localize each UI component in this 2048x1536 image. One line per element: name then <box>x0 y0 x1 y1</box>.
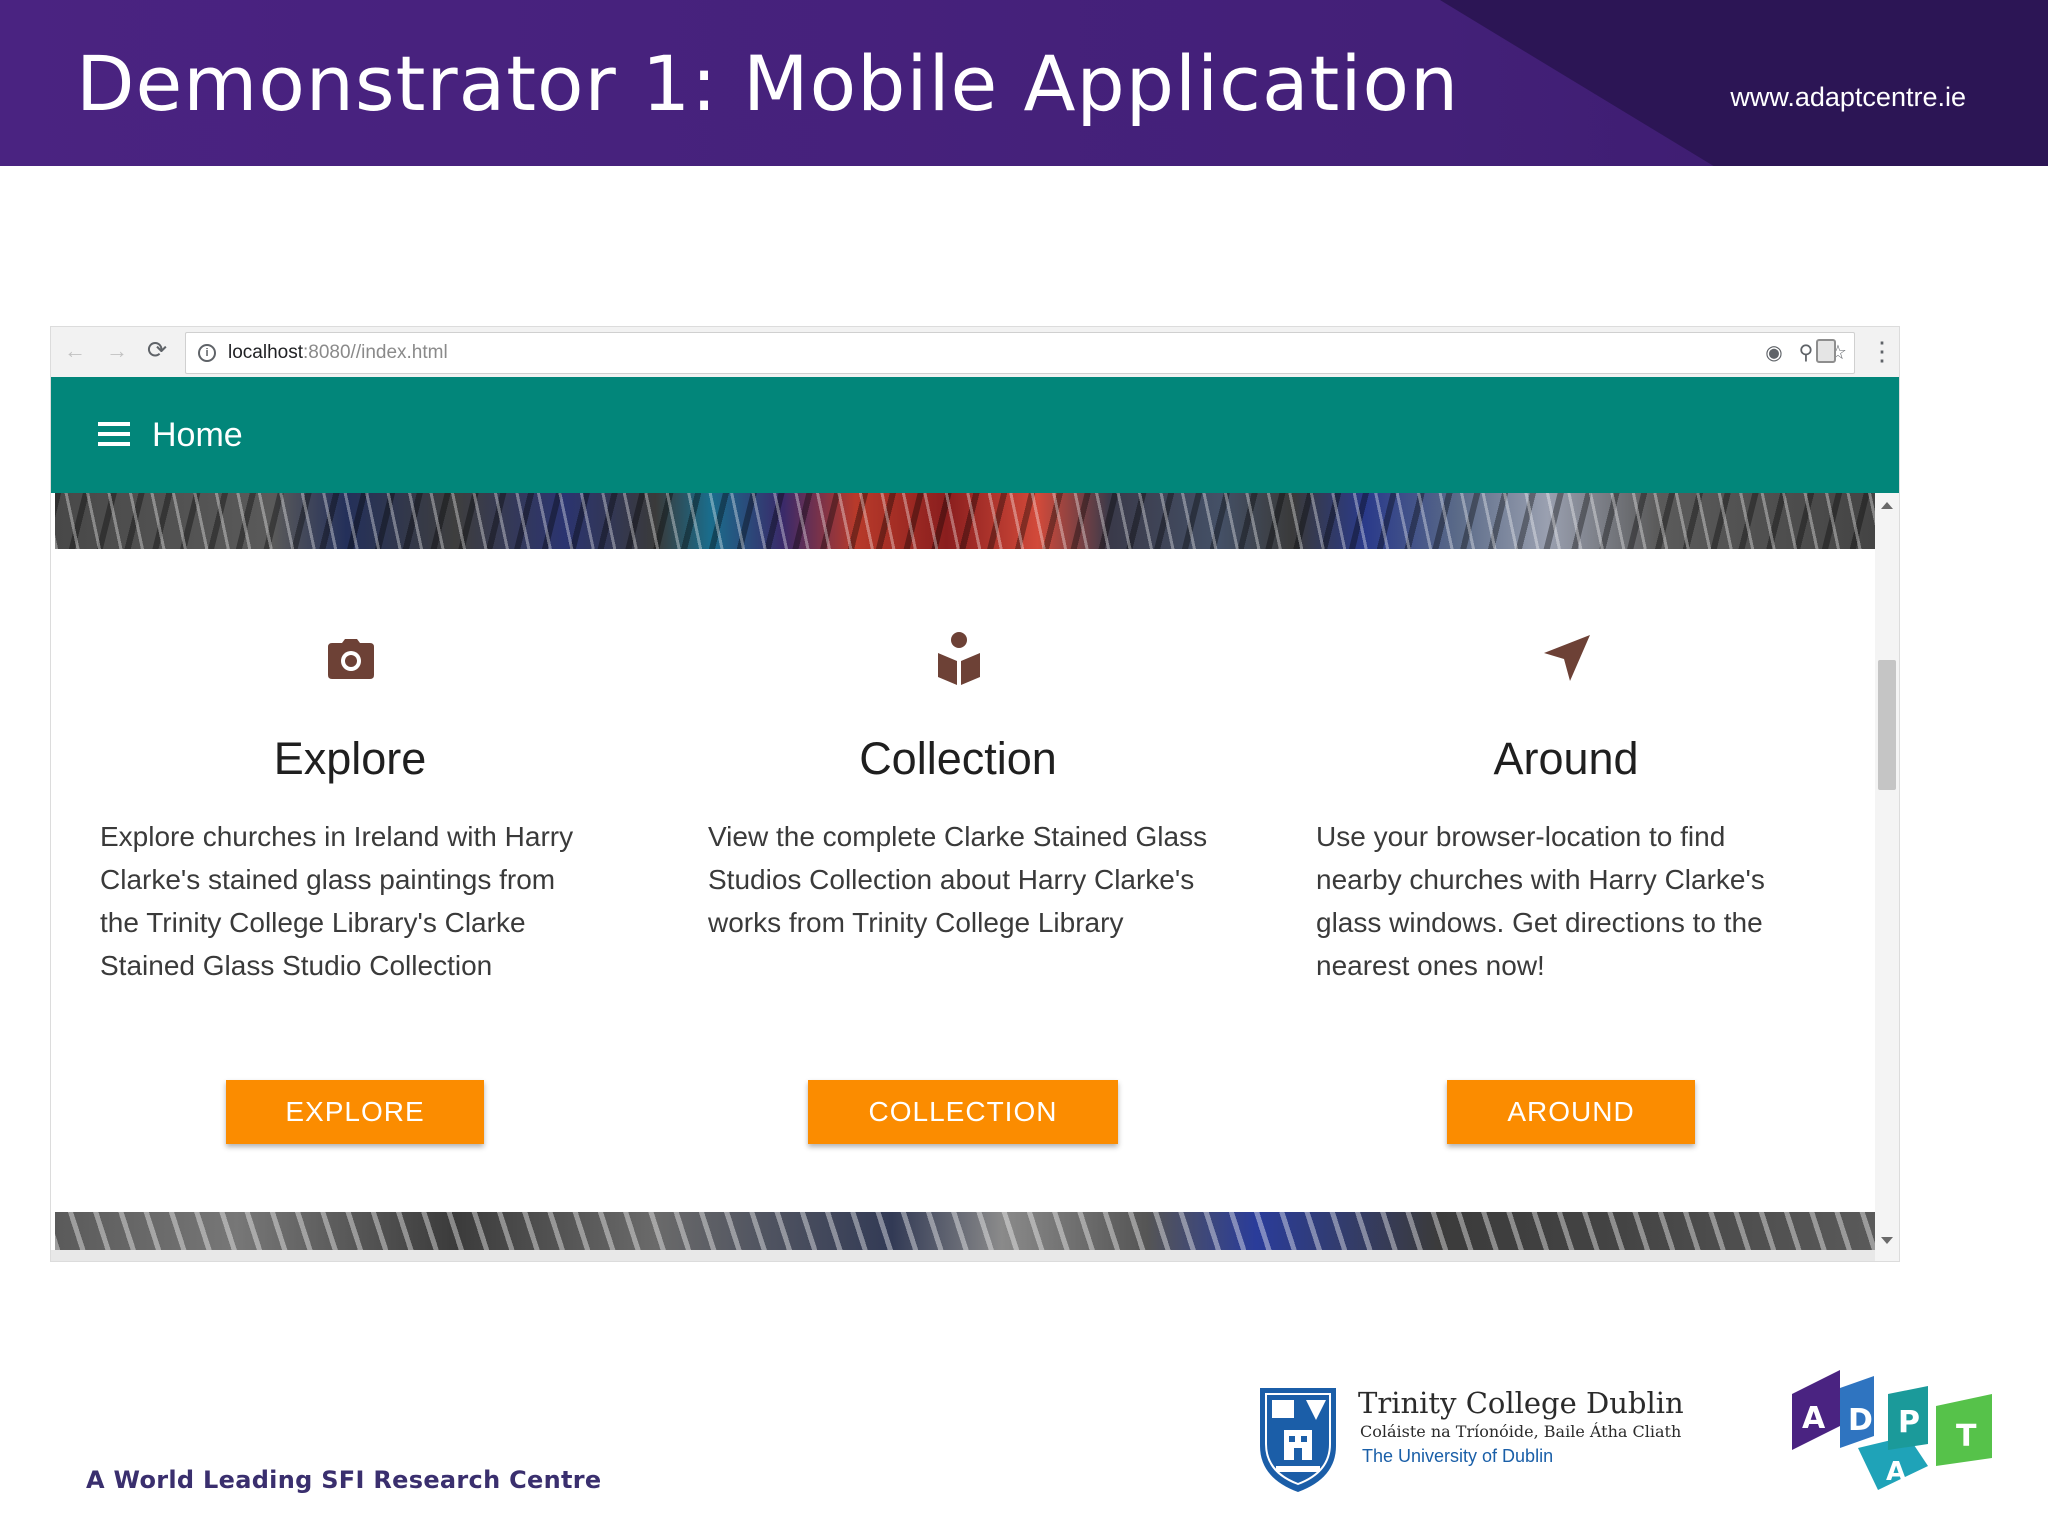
feature-around: Around Use your browser-location to find… <box>1316 627 1816 987</box>
navigation-arrow-icon <box>1536 627 1596 687</box>
tcd-name: Trinity College Dublin <box>1358 1386 1684 1420</box>
adapt-letter-a1: A <box>1802 1401 1826 1436</box>
forward-button[interactable]: → <box>103 337 131 365</box>
feature-collection: Collection View the complete Clarke Stai… <box>708 627 1208 944</box>
browser-window: ← → ⟳ i localhost:8080//index.html ◉ ⚲ ☆… <box>51 327 1899 1261</box>
vertical-scrollbar[interactable] <box>1875 493 1899 1261</box>
browser-menu-icon[interactable]: ⋮ <box>1869 337 1895 365</box>
app-bar: Home <box>51 377 1899 493</box>
scroll-down-arrow-icon[interactable] <box>1881 1237 1893 1244</box>
around-button-label: AROUND <box>1507 1096 1635 1127</box>
zoom-icon[interactable]: ⚲ <box>1796 339 1816 367</box>
browser-toolbar: ← → ⟳ i localhost:8080//index.html ◉ ⚲ ☆… <box>51 327 1899 378</box>
adapt-letter-t: T <box>1956 1419 1977 1454</box>
scroll-up-arrow-icon[interactable] <box>1881 502 1893 509</box>
stained-glass-banner-bottom <box>55 1212 1875 1250</box>
url-text[interactable]: localhost:8080//index.html <box>228 342 448 364</box>
explore-button-label: EXPLORE <box>285 1096 425 1127</box>
url-path: :8080//index.html <box>303 342 448 363</box>
slide-header: Demonstrator 1: Mobile Application www.a… <box>0 0 2048 166</box>
adapt-letter-p: P <box>1898 1405 1920 1440</box>
tcd-irish-name: Coláiste na Tríonóide, Baile Átha Cliath <box>1360 1422 1682 1441</box>
url-host: localhost <box>228 342 303 363</box>
reload-button[interactable]: ⟳ <box>143 337 171 365</box>
feature-heading: Explore <box>273 733 427 784</box>
page-bottom-edge <box>51 1250 1875 1261</box>
collection-button[interactable]: COLLECTION <box>808 1080 1118 1144</box>
collection-button-label: COLLECTION <box>868 1096 1058 1127</box>
info-icon[interactable]: i <box>198 344 216 362</box>
feature-heading: Collection <box>859 733 1057 784</box>
tcd-crest-logo <box>1260 1388 1336 1492</box>
adapt-logo: A D A P T <box>1792 1370 1992 1490</box>
book-reader-icon <box>928 627 988 687</box>
explore-button[interactable]: EXPLORE <box>226 1080 484 1144</box>
hamburger-menu-icon[interactable] <box>98 422 130 446</box>
stained-glass-banner-top <box>55 493 1875 549</box>
adapt-letter-a2: A <box>1886 1457 1906 1487</box>
tcd-subtitle: The University of Dublin <box>1362 1446 1554 1466</box>
slide-title: Demonstrator 1: Mobile Application <box>76 39 1460 128</box>
address-bar[interactable]: i localhost:8080//index.html ◉ ⚲ ☆ <box>185 332 1855 374</box>
location-icon[interactable]: ◉ <box>1764 339 1784 367</box>
feature-explore: Explore Explore churches in Ireland with… <box>100 627 600 987</box>
feature-heading: Around <box>1493 733 1639 784</box>
research-centre-tagline: A World Leading SFI Research Centre <box>86 1466 602 1494</box>
feature-description: View the complete Clarke Stained Glass S… <box>708 821 1208 938</box>
feature-description: Explore churches in Ireland with Harry C… <box>100 821 574 981</box>
slide-url: www.adaptcentre.ie <box>1730 82 1966 112</box>
camera-icon <box>320 627 380 687</box>
app-title: Home <box>152 416 243 454</box>
adapt-letter-d: D <box>1848 1403 1873 1438</box>
around-button[interactable]: AROUND <box>1447 1080 1695 1144</box>
feature-description: Use your browser-location to find nearby… <box>1316 821 1765 981</box>
scrollbar-thumb[interactable] <box>1878 660 1896 790</box>
back-button[interactable]: ← <box>61 337 89 365</box>
extension-icon[interactable] <box>1816 339 1836 363</box>
